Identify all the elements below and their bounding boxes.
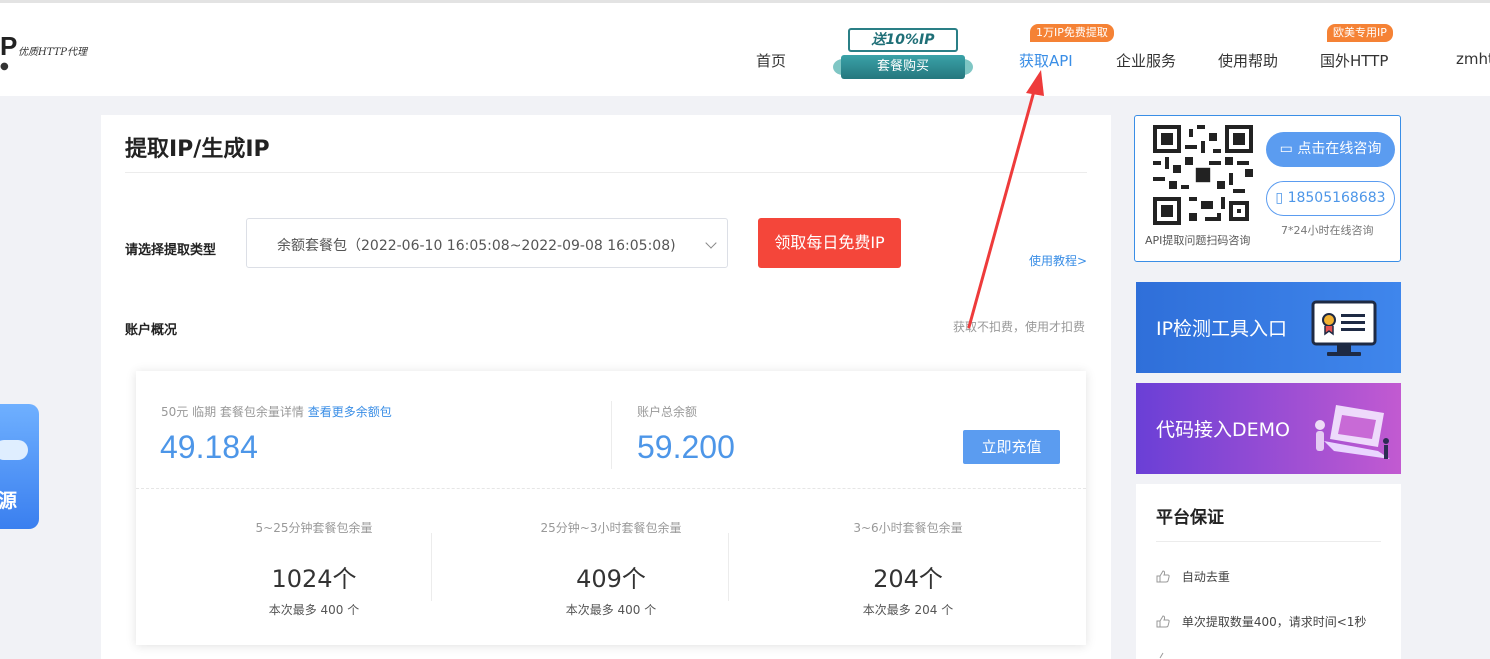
nav-foreign-http[interactable]: 国外HTTP (1320, 50, 1388, 71)
nav-help[interactable]: 使用帮助 (1218, 50, 1278, 71)
thumbs-up-icon (1156, 615, 1170, 628)
chevron-down-icon (705, 237, 717, 249)
extract-ip-panel: 提取IP/生成IP 请选择提取类型 余额套餐包（2022-06-10 16:05… (101, 115, 1111, 659)
nav-enterprise[interactable]: 企业服务 (1116, 50, 1176, 71)
guarantee-title: 平台保证 (1156, 508, 1224, 528)
nav-foreign-badge: 欧美专用IP (1327, 24, 1393, 42)
nav-get-api[interactable]: 获取API (1019, 50, 1073, 71)
guarantee-item-text: 单次提取数量400，请求时间<1秒 (1181, 615, 1367, 629)
divider (728, 533, 729, 601)
package-2-count: 409个 (576, 565, 646, 593)
package-1-count: 1024个 (271, 565, 357, 593)
thumbs-up-icon (1156, 570, 1170, 583)
promo-top-text: 送10%IP (848, 28, 958, 52)
promo-package-banner[interactable]: 送10%IP 套餐购买 (833, 25, 973, 83)
floating-label: 源 (0, 490, 18, 512)
package-balance-value: 49.184 (160, 429, 258, 465)
account-overview-label: 账户概况 (125, 323, 178, 338)
phone-icon: ▯ (1275, 190, 1288, 206)
divider (136, 488, 1086, 489)
promo-bottom-text: 套餐购买 (841, 55, 965, 79)
page-title: 提取IP/生成IP (125, 137, 270, 162)
package-detail-text: 50元 临期 套餐包余量详情 (161, 405, 304, 419)
extract-type-select[interactable]: 余额套餐包（2022-06-10 16:05:08~2022-09-08 16:… (246, 218, 728, 268)
nav-home[interactable]: 首页 (756, 50, 786, 71)
phone-number: 18505168683 (1287, 190, 1386, 206)
package-2-max: 本次最多 400 个 (565, 603, 657, 617)
logo-letter: P (0, 31, 18, 61)
extract-type-label: 请选择提取类型 (125, 243, 217, 258)
guarantee-item-partial (1156, 652, 1178, 659)
guarantee-item: 单次提取数量400，请求时间<1秒 (1156, 613, 1366, 630)
total-balance-value: 59.200 (637, 429, 735, 465)
logo[interactable]: P 优质HTTP代理 ● (0, 31, 87, 72)
package-1-label: 5~25分钟套餐包余量 (255, 521, 373, 535)
extract-type-value: 余额套餐包（2022-06-10 16:05:08~2022-09-08 16:… (277, 238, 676, 254)
tutorial-link[interactable]: 使用教程> (1029, 252, 1087, 269)
chat-icon: ▭ (1279, 141, 1298, 157)
divider (1156, 541, 1381, 542)
cloud-icon (0, 440, 28, 460)
online-consult-button[interactable]: ▭ 点击在线咨询 (1266, 132, 1395, 167)
nav-api-badge: 1万IP免费提取 (1030, 24, 1114, 42)
billing-note: 获取不扣费，使用才扣费 (953, 320, 1086, 334)
package-3-label: 3~6小时套餐包余量 (853, 521, 963, 535)
guarantee-item: 自动去重 (1156, 568, 1230, 585)
platform-guarantee-card: 平台保证 自动去重 单次提取数量400，请求时间<1秒 (1136, 484, 1401, 659)
divider (611, 401, 612, 469)
package-1-max: 本次最多 400 个 (268, 603, 360, 617)
package-2-label: 25分钟~3小时套餐包余量 (540, 521, 682, 535)
consult-label: 点击在线咨询 (1297, 141, 1382, 157)
code-demo-label: 代码接入DEMO (1156, 419, 1290, 441)
logo-dot-icon: ● (0, 61, 9, 72)
divider (431, 533, 432, 601)
code-demo-banner[interactable]: 代码接入DEMO (1136, 383, 1401, 474)
floating-resource-widget[interactable]: 源 (0, 404, 39, 529)
package-balance-label: 50元 临期 套餐包余量详情 查看更多余额包 (161, 403, 392, 420)
total-balance-label: 账户总余额 (637, 405, 698, 419)
recharge-button[interactable]: 立即充值 (963, 430, 1060, 464)
monitor-certificate-icon (1311, 300, 1377, 356)
top-nav-bar: P 优质HTTP代理 ● 首页 送10%IP 套餐购买 1万IP免费提取 获取A… (0, 0, 1490, 96)
logo-tagline: 优质HTTP代理 (18, 47, 87, 58)
service-hours: 7*24小时在线咨询 (1281, 224, 1374, 237)
ip-check-tool-label: IP检测工具入口 (1156, 318, 1288, 340)
consult-card: API提取问题扫码咨询 ▭ 点击在线咨询 ▯ 18505168683 7*24小… (1134, 115, 1401, 262)
account-stats-card: 50元 临期 套餐包余量详情 查看更多余额包 49.184 账户总余额 59.2… (136, 371, 1086, 645)
package-3-count: 204个 (873, 565, 943, 593)
daily-free-ip-button[interactable]: 领取每日免费IP (758, 218, 901, 268)
nav-user[interactable]: zmht (1456, 50, 1490, 68)
phone-button[interactable]: ▯ 18505168683 (1266, 181, 1395, 216)
package-3-max: 本次最多 204 个 (862, 603, 954, 617)
laptop-developer-icon (1315, 405, 1390, 459)
more-packages-link[interactable]: 查看更多余额包 (308, 405, 392, 419)
guarantee-item-text: 自动去重 (1181, 570, 1230, 584)
qr-caption: API提取问题扫码咨询 (1145, 234, 1251, 247)
divider (125, 172, 1087, 173)
ip-check-tool-banner[interactable]: IP检测工具入口 (1136, 282, 1401, 373)
qr-code-icon (1153, 125, 1253, 225)
thumbs-up-icon (1159, 652, 1164, 659)
